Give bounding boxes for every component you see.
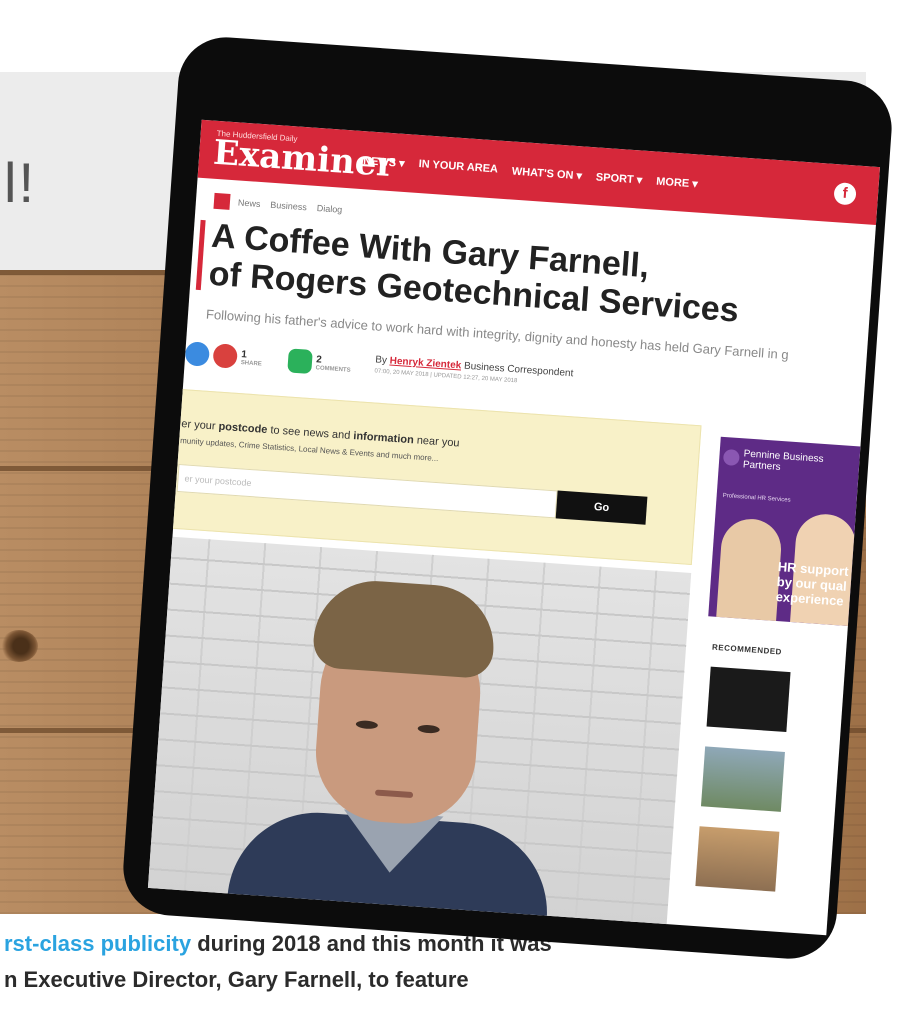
breadcrumb-dialog[interactable]: Dialog <box>316 203 342 215</box>
breadcrumb-news[interactable]: News <box>238 197 261 209</box>
wood-knot <box>0 630 38 662</box>
nav-more[interactable]: MORE ▾ <box>656 174 698 190</box>
highlight-link[interactable]: rst-class publicity <box>4 931 191 956</box>
comment-count: 2 COMMENTS <box>315 353 351 374</box>
article-byline: By Henryk Zientek Business Correspondent… <box>374 354 573 388</box>
nav-whats-on[interactable]: WHAT'S ON ▾ <box>511 164 582 182</box>
page-title-fragment: l! <box>4 151 36 214</box>
ad-logo-icon <box>722 448 740 467</box>
postcode-go-button[interactable]: Go <box>555 490 648 525</box>
postcode-input[interactable]: er your postcode <box>176 463 558 519</box>
tablet-screen: The Huddersfield Daily Examiner NEWS ▾ I… <box>147 119 880 936</box>
article-photo <box>147 535 692 933</box>
postcode-widget: er your postcode to see news and informa… <box>153 387 702 566</box>
sidebar-advert[interactable]: Pennine Business Partners Professional H… <box>708 436 861 627</box>
comment-icon[interactable] <box>287 348 313 375</box>
portrait-of-man <box>224 574 554 933</box>
site-logo[interactable]: The Huddersfield Daily Examiner <box>212 125 396 185</box>
nav-sport[interactable]: SPORT ▾ <box>596 170 643 186</box>
facebook-icon[interactable]: f <box>833 182 857 206</box>
nav-in-your-area[interactable]: IN YOUR AREA <box>418 158 498 176</box>
headline-accent-bar <box>195 219 206 291</box>
breadcrumb-business[interactable]: Business <box>270 200 307 213</box>
pinterest-icon[interactable] <box>212 343 239 369</box>
breadcrumb: News Business Dialog <box>213 192 352 219</box>
site-badge-icon <box>213 192 231 210</box>
recommended-thumbnail[interactable] <box>706 666 791 733</box>
recommended-thumbnail[interactable] <box>700 746 785 812</box>
recommended-thumbnail[interactable] <box>695 826 780 892</box>
social-bar: 1 SHARE 2 COMMENTS <box>184 341 377 378</box>
tablet-device: The Huddersfield Daily Examiner NEWS ▾ I… <box>120 34 895 962</box>
recommended-heading: RECOMMENDED <box>711 642 783 657</box>
share-count: 1 SHARE <box>240 348 262 368</box>
ad-person-image <box>715 517 784 627</box>
share-icon[interactable] <box>184 341 211 367</box>
author-link[interactable]: Henryk Zientek <box>389 355 461 371</box>
